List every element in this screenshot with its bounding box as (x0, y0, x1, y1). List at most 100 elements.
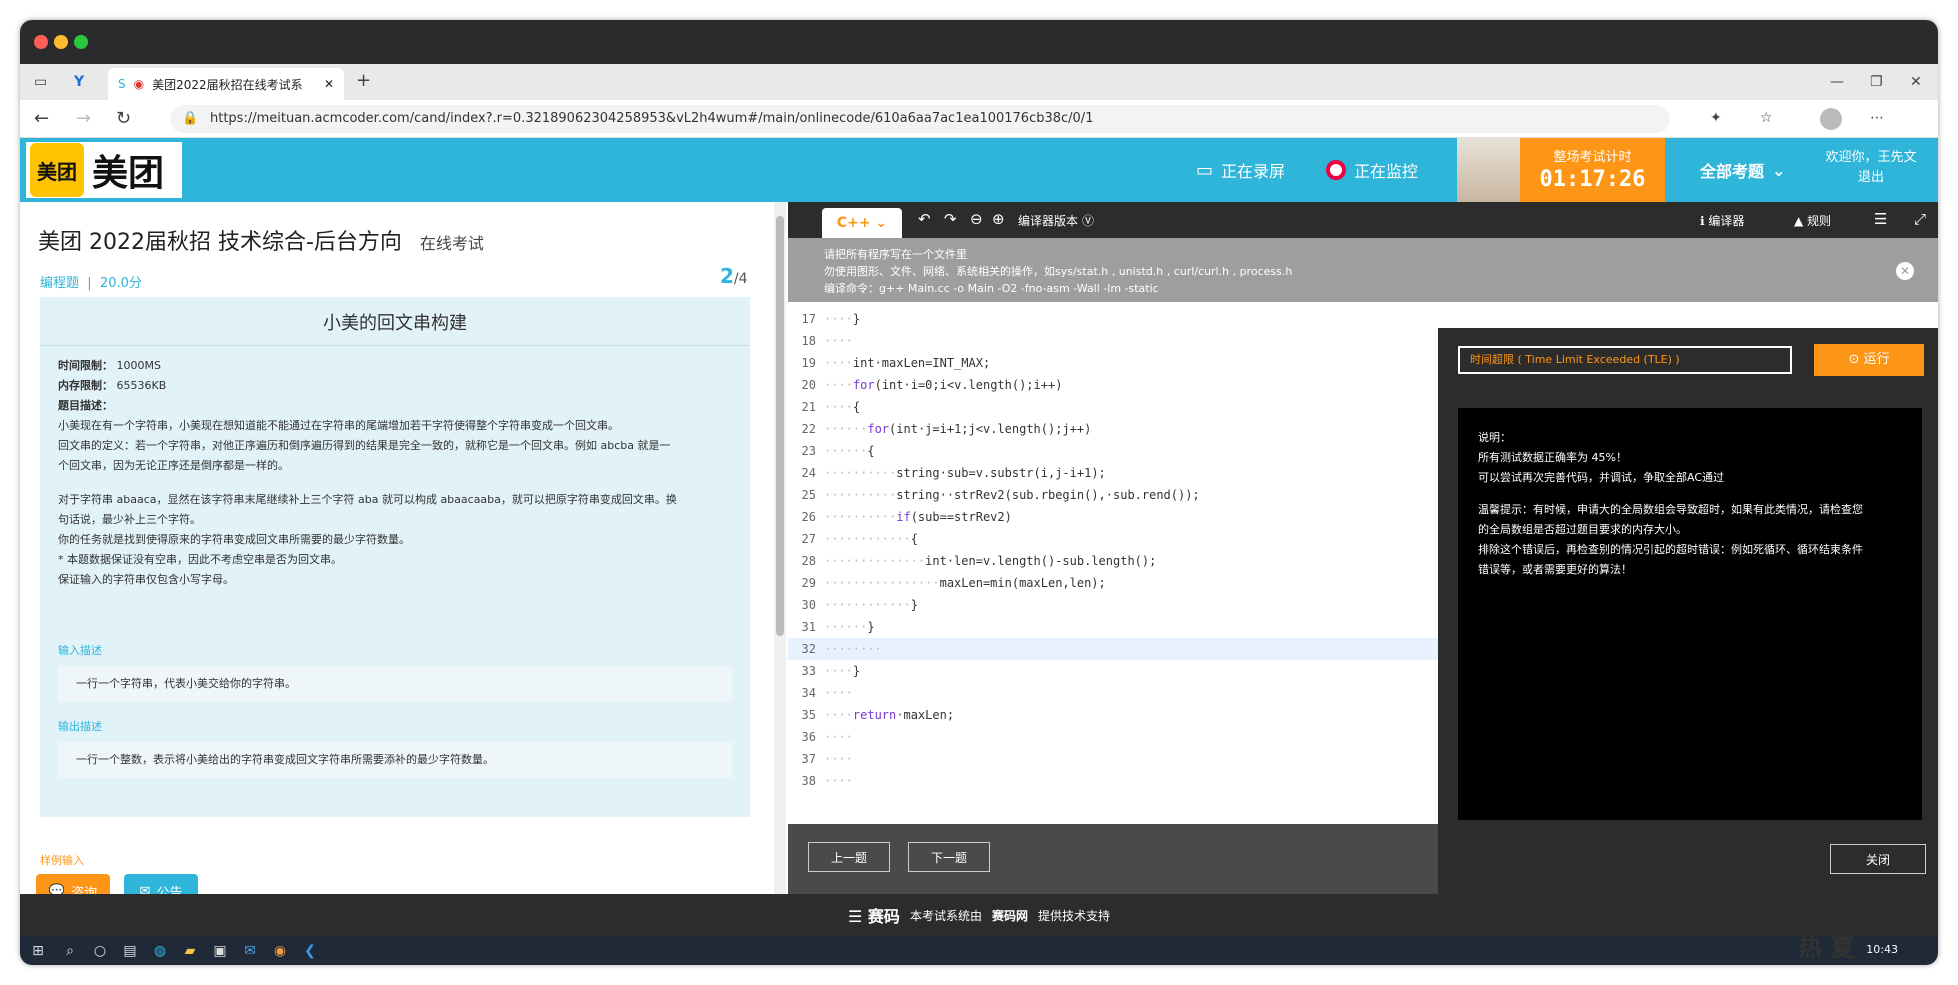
extension-icon[interactable]: Y (74, 74, 84, 90)
redo-icon[interactable]: ↷ (944, 210, 957, 228)
run-button[interactable]: ⊙ 运行 (1814, 344, 1924, 376)
code-text: int·len=v.length()-sub.length(); (925, 554, 1157, 568)
url-field[interactable]: 🔒 https://meituan.acmcoder.com/cand/inde… (170, 105, 1670, 133)
indent-dots: ·············· (824, 554, 926, 568)
explorer-icon[interactable]: ▰ (180, 941, 200, 961)
compiler-version-button[interactable]: 编译器版本 (1018, 212, 1078, 229)
profile-avatar[interactable] (1820, 108, 1842, 130)
code-line[interactable]: 38 ···· (788, 770, 1438, 792)
cortana-icon[interactable]: ○ (90, 941, 110, 961)
all-questions-dropdown[interactable]: 全部考题 ⌄ (1700, 158, 1785, 182)
restore-icon[interactable]: ❐ (1870, 74, 1883, 90)
prev-question-button[interactable]: 上一题 (808, 842, 890, 872)
code-line[interactable]: 34 ···· (788, 682, 1438, 704)
code-line[interactable]: 35 ····return·maxLen; (788, 704, 1438, 726)
window-titlebar (20, 20, 1938, 64)
code-line[interactable]: 22 ······for(int·j=i+1;j<v.length();j++) (788, 418, 1438, 440)
code-line[interactable]: 23 ······{ (788, 440, 1438, 462)
code-text: { (867, 444, 875, 458)
back-icon[interactable]: ← (34, 108, 49, 129)
site-header: 美团 美团 ▭ 正在录屏 正在监控 整场考试计时 01:17:26 全部考题 ⌄… (20, 138, 1938, 202)
close-window-button[interactable] (34, 35, 48, 49)
notice-line: 勿使用图形、文件、网络、系统相关的操作，如sys/stat.h , unistd… (824, 265, 1293, 278)
code-line[interactable]: 17 ····} (788, 308, 1438, 330)
favorites-icon[interactable]: ☆ (1760, 110, 1773, 126)
minimize-icon[interactable]: — (1830, 74, 1844, 90)
close-notice-icon[interactable]: ✕ (1896, 262, 1914, 280)
windows-start-icon[interactable]: ⊞ (28, 941, 48, 961)
scroll-thumb[interactable] (776, 216, 784, 636)
code-line[interactable]: 20 ····for(int·i=0;i<v.length();i++) (788, 374, 1438, 396)
desc-line: 个回文串，因为无论正序还是倒序都是一样的。 (58, 459, 289, 472)
desc-line: 保证输入的字符串仅包含小写字母。 (58, 573, 234, 586)
undo-icon[interactable]: ↶ (918, 210, 931, 228)
result-status-field[interactable]: 时间超限 ( Time Limit Exceeded (TLE) ) (1458, 346, 1792, 374)
line-number: 22 (801, 422, 816, 436)
problem-scrollbar[interactable] (774, 202, 786, 894)
code-line[interactable]: 21 ····{ (788, 396, 1438, 418)
reload-icon[interactable]: ↻ (116, 108, 131, 129)
notice-button[interactable]: ✉ 公告 (124, 874, 198, 894)
code-line[interactable]: 36 ···· (788, 726, 1438, 748)
code-line[interactable]: 28 ··············int·len=v.length()-sub.l… (788, 550, 1438, 572)
code-line[interactable]: 31 ······} (788, 616, 1438, 638)
code-line[interactable]: 29 ················maxLen=min(maxLen,len)… (788, 572, 1438, 594)
code-line[interactable]: 30 ············} (788, 594, 1438, 616)
logout-link[interactable]: 退出 (1816, 168, 1926, 188)
code-line[interactable]: 18 ···· (788, 330, 1438, 352)
tab-actions-icon[interactable]: ▭ (34, 74, 47, 90)
indent-dots: ···· (824, 686, 853, 700)
code-line[interactable]: 27 ············{ (788, 528, 1438, 550)
indent-dots: ······ (824, 620, 868, 634)
editor-footer: 上一题 下一题 (788, 824, 1438, 894)
next-question-button[interactable]: 下一题 (908, 842, 990, 872)
consult-button[interactable]: 💬 咨询 (36, 874, 110, 894)
mail-app-icon[interactable]: ✉ (240, 941, 260, 961)
store-icon[interactable]: ▣ (210, 941, 230, 961)
language-select[interactable]: C++ ⌄ (822, 208, 902, 238)
footer-text2: 提供技术支持 (1037, 908, 1110, 923)
maximize-window-button[interactable] (74, 35, 88, 49)
total-count: /4 (733, 271, 748, 287)
new-tab-icon[interactable]: + (356, 70, 371, 91)
footer-brand2: 赛码网 (991, 908, 1028, 923)
monitoring-status: 正在监控 (1326, 158, 1418, 182)
indent-dots: ···· (824, 774, 853, 788)
search-icon[interactable]: ⌕ (60, 941, 80, 961)
fullscreen-icon[interactable]: ⤢ (1914, 210, 1926, 228)
more-icon[interactable]: ⋯ (1870, 110, 1884, 126)
forward-icon[interactable]: → (76, 108, 91, 129)
task-view-icon[interactable]: ▤ (120, 941, 140, 961)
code-line[interactable]: 19 ····int·maxLen=INT_MAX; (788, 352, 1438, 374)
list-icon[interactable]: ☰ (1874, 210, 1887, 228)
extension-puzzle-icon[interactable]: ✦ (1710, 110, 1722, 126)
code-text: } (852, 664, 861, 678)
code-text: } (852, 312, 861, 326)
desc-line: 你的任务就是找到使得原来的字符串变成回文串所需要的最少字符数量。 (58, 533, 410, 546)
rules-button[interactable]: ▲ 规则 (1794, 212, 1831, 229)
code-line[interactable]: 24 ··········string·sub=v.substr(i,j-i+1)… (788, 462, 1438, 484)
code-line[interactable]: 25 ··········string··strRev2(sub.rbegin()… (788, 484, 1438, 506)
code-line[interactable]: 32 ········ (788, 638, 1438, 660)
compiler-label: 编译器 (1708, 214, 1745, 228)
zoom-out-icon[interactable]: ⊖ (970, 210, 983, 228)
result-line: 所有测试数据正确率为 45%！ (1478, 451, 1627, 464)
close-icon[interactable]: ✕ (1910, 74, 1922, 90)
code-area[interactable]: 17 ····} 18 ···· 19 ····int·maxLen=INT_MAX; 20… (788, 302, 1438, 824)
code-line[interactable]: 37 ···· (788, 748, 1438, 770)
code-line[interactable]: 33 ····} (788, 660, 1438, 682)
close-tab-icon[interactable]: ✕ (324, 77, 334, 91)
edge-icon[interactable]: ◍ (150, 941, 170, 961)
minimize-window-button[interactable] (54, 35, 68, 49)
zoom-in-icon[interactable]: ⊕ (992, 210, 1005, 228)
close-result-button[interactable]: 关闭 (1830, 844, 1926, 874)
vscode-icon[interactable]: ❮ (300, 941, 320, 961)
chrome-icon[interactable]: ◉ (270, 941, 290, 961)
code-line[interactable]: 26 ··········if(sub==strRev2) (788, 506, 1438, 528)
browser-tab[interactable]: S ◉ 美团2022届秋招在线考试系 ✕ (108, 68, 344, 100)
info-v-icon[interactable]: Ⓥ (1082, 212, 1094, 229)
indent-dots: ·········· (824, 488, 897, 502)
compiler-button[interactable]: ℹ 编译器 (1700, 212, 1744, 229)
indent-dots: ···· (824, 378, 853, 392)
code-text: (int·j=i+1;j<v.length();j++) (889, 422, 1092, 436)
